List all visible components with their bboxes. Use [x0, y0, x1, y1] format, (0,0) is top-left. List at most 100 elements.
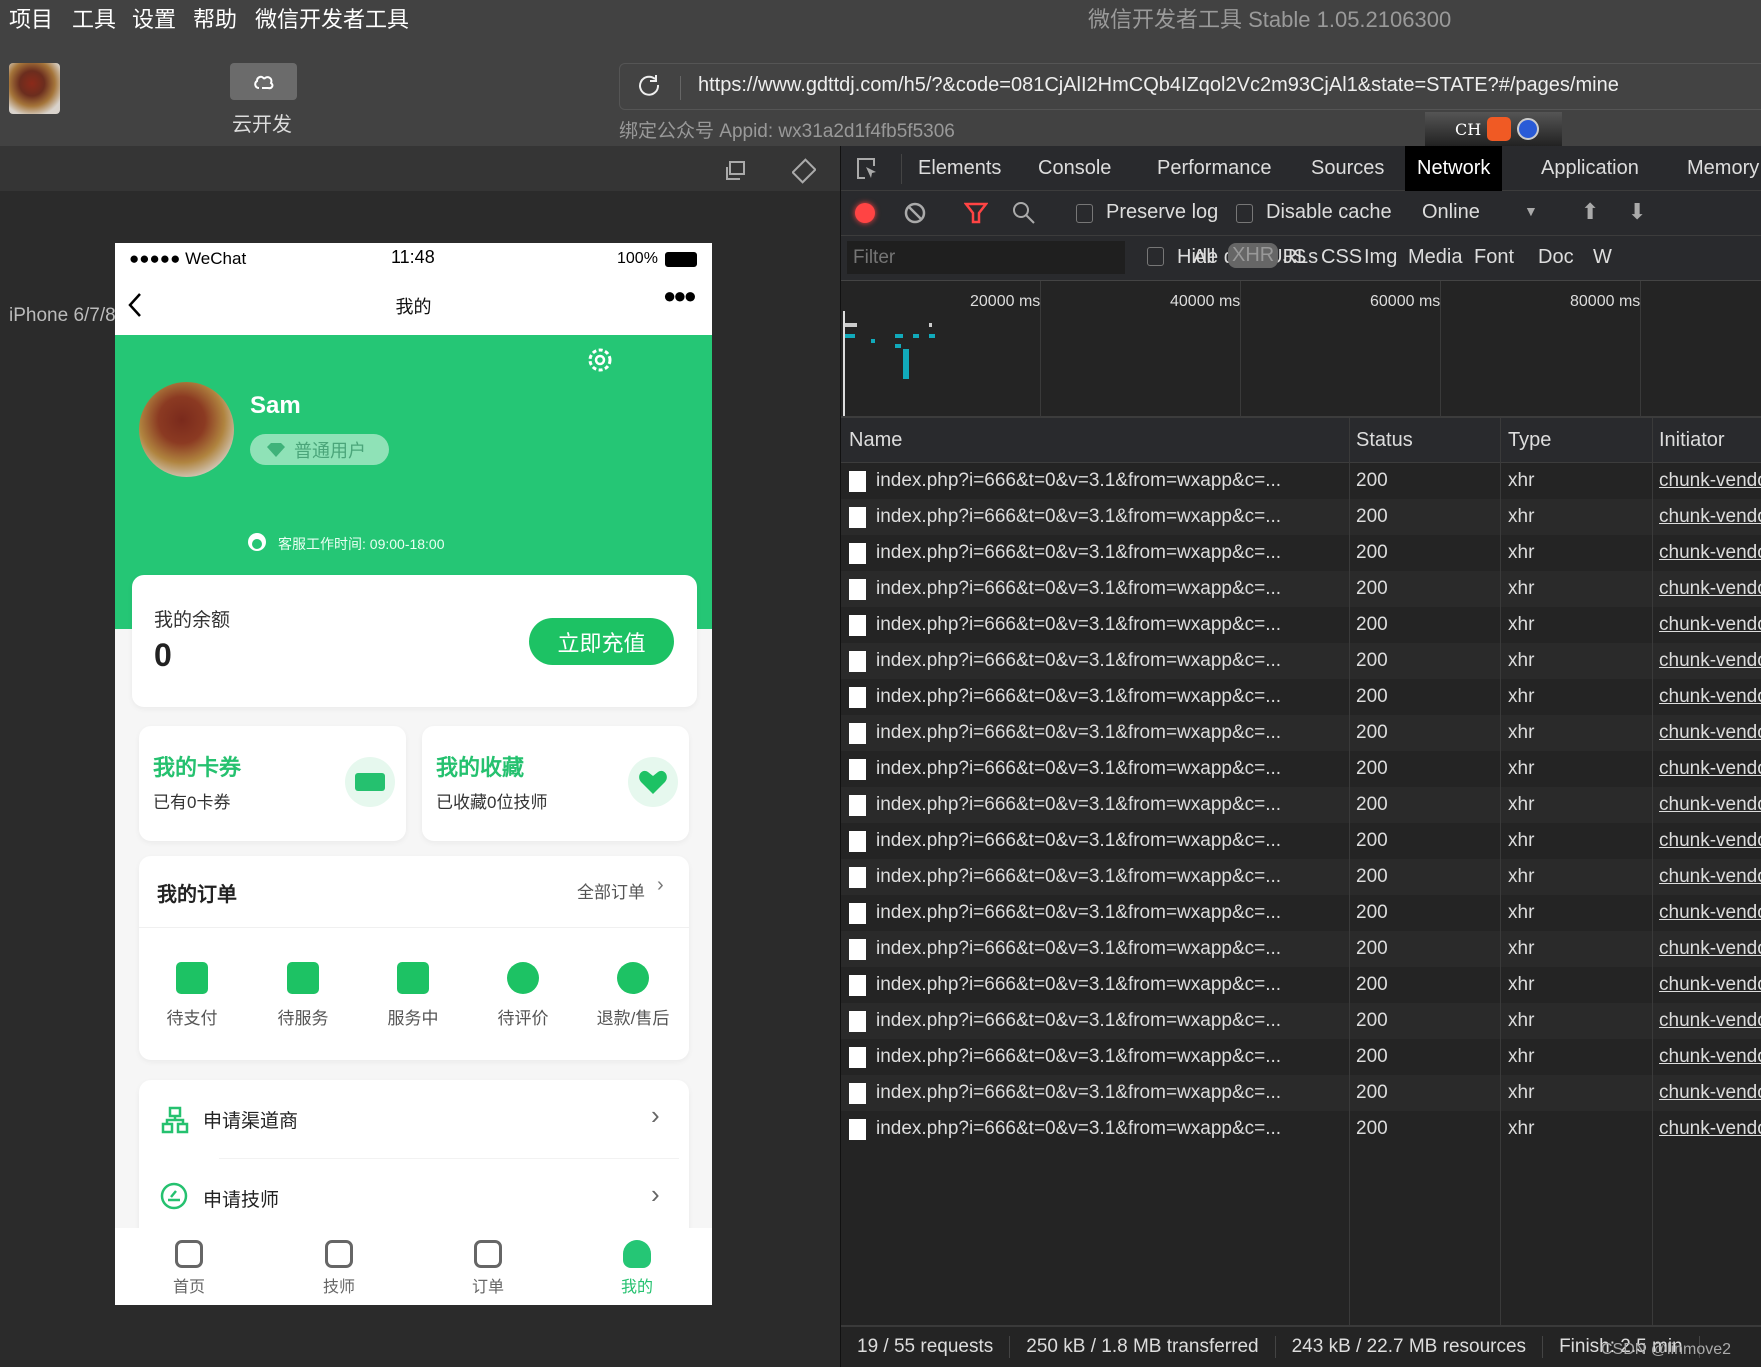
search-icon[interactable]: [1012, 201, 1036, 225]
initiator-link[interactable]: chunk-vendors: [1659, 830, 1761, 852]
record-icon[interactable]: [855, 203, 875, 223]
request-row[interactable]: index.php?i=666&t=0&v=3.1&from=wxapp&c=.…: [841, 1039, 1761, 1075]
initiator-link[interactable]: chunk-vendors: [1659, 1082, 1761, 1104]
coupons-card[interactable]: 我的卡券 已有0卡券: [139, 726, 406, 841]
hide-data-urls-checkbox[interactable]: [1147, 247, 1164, 266]
filter-type-js[interactable]: JS: [1283, 246, 1306, 269]
request-row[interactable]: index.php?i=666&t=0&v=3.1&from=wxapp&c=.…: [841, 715, 1761, 751]
tab-elements[interactable]: Elements: [906, 146, 1013, 191]
request-row[interactable]: index.php?i=666&t=0&v=3.1&from=wxapp&c=.…: [841, 607, 1761, 643]
request-row[interactable]: index.php?i=666&t=0&v=3.1&from=wxapp&c=.…: [841, 571, 1761, 607]
column-status[interactable]: Status: [1356, 418, 1500, 462]
tabbar-item-0[interactable]: 首页: [149, 1240, 229, 1302]
column-name[interactable]: Name: [849, 418, 1349, 462]
request-row[interactable]: index.php?i=666&t=0&v=3.1&from=wxapp&c=.…: [841, 1075, 1761, 1111]
filter-input[interactable]: [847, 241, 1125, 274]
request-row[interactable]: index.php?i=666&t=0&v=3.1&from=wxapp&c=.…: [841, 1111, 1761, 1147]
settings-gear-icon[interactable]: [585, 345, 615, 375]
request-row[interactable]: index.php?i=666&t=0&v=3.1&from=wxapp&c=.…: [841, 823, 1761, 859]
tabbar-item-2[interactable]: 订单: [448, 1240, 528, 1302]
order-status-2[interactable]: 服务中: [368, 956, 458, 1036]
user-avatar[interactable]: [139, 382, 234, 477]
clear-icon[interactable]: [904, 202, 926, 224]
reload-icon[interactable]: [636, 73, 664, 101]
filter-type-css[interactable]: CSS: [1321, 246, 1362, 269]
tab-performance[interactable]: Performance: [1145, 146, 1284, 191]
request-row[interactable]: index.php?i=666&t=0&v=3.1&from=wxapp&c=.…: [841, 679, 1761, 715]
apply-channel-item[interactable]: 申请渠道商 ›: [139, 1080, 689, 1158]
initiator-link[interactable]: chunk-vendors: [1659, 650, 1761, 672]
request-row[interactable]: index.php?i=666&t=0&v=3.1&from=wxapp&c=.…: [841, 859, 1761, 895]
filter-type-media[interactable]: Media: [1408, 246, 1462, 269]
ime-language[interactable]: CH: [1455, 120, 1481, 139]
initiator-link[interactable]: chunk-vendors: [1659, 506, 1761, 528]
request-row[interactable]: index.php?i=666&t=0&v=3.1&from=wxapp&c=.…: [841, 499, 1761, 535]
menu-settings[interactable]: 设置: [132, 2, 176, 34]
preserve-log-checkbox[interactable]: [1076, 204, 1093, 223]
url-bar[interactable]: https://www.gdttdj.com/h5/?&code=081CjAl…: [619, 63, 1761, 110]
export-har-icon[interactable]: ⬇: [1628, 199, 1646, 225]
request-row[interactable]: index.php?i=666&t=0&v=3.1&from=wxapp&c=.…: [841, 967, 1761, 1003]
filter-type-img[interactable]: Img: [1364, 246, 1397, 269]
tab-console[interactable]: Console: [1026, 146, 1123, 191]
initiator-link[interactable]: chunk-vendors: [1659, 866, 1761, 888]
request-row[interactable]: index.php?i=666&t=0&v=3.1&from=wxapp&c=.…: [841, 787, 1761, 823]
filter-icon[interactable]: [964, 202, 988, 224]
url-text[interactable]: https://www.gdttdj.com/h5/?&code=081CjAl…: [698, 74, 1619, 97]
filter-type-font[interactable]: Font: [1474, 246, 1514, 269]
initiator-link[interactable]: chunk-vendors: [1659, 722, 1761, 744]
initiator-link[interactable]: chunk-vendors: [1659, 1046, 1761, 1068]
initiator-link[interactable]: chunk-vendors: [1659, 686, 1761, 708]
throttle-select[interactable]: Online: [1422, 201, 1480, 224]
initiator-link[interactable]: chunk-vendors: [1659, 902, 1761, 924]
request-row[interactable]: index.php?i=666&t=0&v=3.1&from=wxapp&c=.…: [841, 1003, 1761, 1039]
menu-project[interactable]: 项目: [9, 2, 53, 34]
menu-tools[interactable]: 工具: [72, 2, 116, 34]
request-row[interactable]: index.php?i=666&t=0&v=3.1&from=wxapp&c=.…: [841, 895, 1761, 931]
tab-memory[interactable]: Memory: [1675, 146, 1761, 191]
request-row[interactable]: index.php?i=666&t=0&v=3.1&from=wxapp&c=.…: [841, 751, 1761, 787]
initiator-link[interactable]: chunk-vendors: [1659, 938, 1761, 960]
sogou-icon[interactable]: [1487, 117, 1512, 141]
rotate-icon[interactable]: [792, 158, 816, 184]
initiator-link[interactable]: chunk-vendors: [1659, 1118, 1761, 1140]
initiator-link[interactable]: chunk-vendors: [1659, 614, 1761, 636]
initiator-link[interactable]: chunk-vendors: [1659, 542, 1761, 564]
initiator-link[interactable]: chunk-vendors: [1659, 578, 1761, 600]
tab-application[interactable]: Application: [1529, 146, 1651, 191]
inspect-element-icon[interactable]: [855, 156, 879, 182]
order-status-0[interactable]: 待支付: [147, 956, 237, 1036]
recharge-button[interactable]: 立即充值: [529, 618, 674, 665]
menu-help[interactable]: 帮助: [193, 2, 237, 34]
filter-type-w[interactable]: W: [1593, 246, 1612, 269]
menu-devtools[interactable]: 微信开发者工具: [255, 2, 409, 34]
popout-icon[interactable]: [724, 160, 748, 182]
request-row[interactable]: index.php?i=666&t=0&v=3.1&from=wxapp&c=.…: [841, 535, 1761, 571]
tab-sources[interactable]: Sources: [1299, 146, 1396, 191]
dropdown-arrow-icon[interactable]: ▼: [1524, 203, 1538, 219]
initiator-link[interactable]: chunk-vendors: [1659, 470, 1761, 492]
initiator-link[interactable]: chunk-vendors: [1659, 974, 1761, 996]
tabbar-item-3[interactable]: 我的: [597, 1240, 677, 1302]
apply-technician-item[interactable]: 申请技师 ›: [139, 1159, 689, 1237]
favorites-card[interactable]: 我的收藏 已收藏0位技师: [422, 726, 689, 841]
request-row[interactable]: index.php?i=666&t=0&v=3.1&from=wxapp&c=.…: [841, 643, 1761, 679]
order-status-3[interactable]: 待评价: [478, 956, 568, 1036]
all-orders-link[interactable]: 全部订单: [577, 878, 645, 903]
help-icon[interactable]: [1517, 118, 1540, 140]
disable-cache-checkbox[interactable]: [1236, 204, 1253, 223]
project-avatar[interactable]: [9, 63, 60, 114]
order-status-4[interactable]: 退款/售后: [588, 956, 678, 1036]
column-type[interactable]: Type: [1508, 418, 1652, 462]
tab-network[interactable]: Network: [1405, 146, 1503, 191]
import-har-icon[interactable]: ⬆: [1581, 199, 1599, 225]
initiator-link[interactable]: chunk-vendors: [1659, 1010, 1761, 1032]
order-status-1[interactable]: 待服务: [258, 956, 348, 1036]
cloud-dev-button[interactable]: [230, 63, 297, 100]
filter-type-doc[interactable]: Doc: [1538, 246, 1574, 269]
ime-toolbar[interactable]: CH: [1425, 112, 1562, 146]
tabbar-item-1[interactable]: 技师: [299, 1240, 379, 1302]
column-initiator[interactable]: Initiator: [1659, 418, 1761, 462]
filter-type-all[interactable]: All: [1193, 246, 1215, 269]
request-row[interactable]: index.php?i=666&t=0&v=3.1&from=wxapp&c=.…: [841, 931, 1761, 967]
